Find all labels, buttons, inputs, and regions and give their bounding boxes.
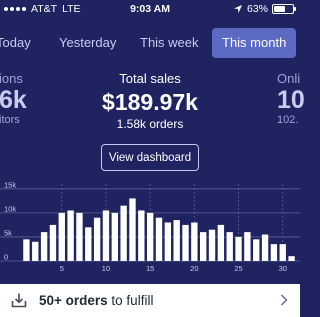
x-tick-label: 20 (190, 264, 198, 273)
total-sales-value: $189.97k (102, 89, 198, 115)
chevron-right-icon (280, 294, 288, 306)
sales-bar-chart: 15k 10k 5k 0 5 10 15 20 25 30 (0, 180, 300, 273)
chart-bar[interactable] (23, 239, 30, 261)
stat-right-label: Onli (277, 71, 301, 86)
status-bar: AT&T LTE 9:03 AM 63% (0, 0, 300, 18)
chart-bar[interactable] (120, 205, 127, 261)
chart-bar[interactable] (173, 220, 180, 261)
stat-right-value: 10 (277, 86, 305, 114)
chart-bar[interactable] (67, 210, 74, 261)
chart-bar[interactable] (191, 222, 198, 262)
chart-bar[interactable] (111, 212, 118, 261)
chart-bar[interactable] (85, 227, 92, 261)
chart-bar[interactable] (288, 256, 295, 261)
chart-bar[interactable] (76, 212, 83, 261)
x-tick-label: 30 (279, 264, 287, 273)
chart-bar[interactable] (138, 210, 145, 261)
chart-bar[interactable] (226, 232, 233, 261)
date-range-tabs: Today Yesterday This week This month (0, 28, 300, 58)
y-tick-label: 0 (4, 253, 8, 262)
battery-percent: 63% (246, 3, 268, 15)
stat-total-sales: Total sales $189.97k 1.58k orders (0, 71, 300, 131)
x-tick-label: 25 (234, 264, 242, 273)
orders-count: 1.58k orders (116, 117, 184, 131)
battery-fill (274, 6, 286, 12)
chart-bar[interactable] (146, 212, 154, 261)
stat-online-partial[interactable]: Onli 10 102. (277, 71, 305, 126)
chart-bar[interactable] (93, 217, 101, 261)
x-tick-label: 5 (60, 264, 64, 273)
chart-bar[interactable] (253, 239, 260, 261)
x-tick-label: 10 (102, 264, 110, 273)
chart-bar[interactable] (129, 198, 136, 261)
y-tick-label: 5k (4, 228, 12, 237)
chart-bar[interactable] (58, 212, 65, 261)
battery-icon (272, 4, 296, 14)
chart-bar[interactable] (182, 224, 189, 261)
stat-right-sub: 102. (277, 114, 299, 126)
chart-bar[interactable] (40, 232, 48, 261)
x-tick-label: 15 (146, 264, 154, 273)
y-tick-label: 10k (4, 204, 16, 213)
chart-bar[interactable] (155, 217, 163, 261)
chart-bar[interactable] (32, 241, 39, 261)
chart-bar[interactable] (244, 232, 251, 261)
chart-bar[interactable] (164, 222, 172, 262)
fulfill-orders-suffix: to fulfill (107, 293, 154, 308)
tab-this-week[interactable]: This week (140, 28, 199, 58)
chart-bar[interactable] (217, 224, 225, 261)
chart-bar[interactable] (235, 236, 242, 261)
inbox-download-icon (11, 293, 27, 308)
chart-bar[interactable] (270, 244, 278, 261)
chart-bar[interactable] (208, 229, 216, 261)
location-arrow-icon (233, 5, 242, 13)
fulfill-orders-bar[interactable]: 50+ orders to fulfill (0, 284, 300, 317)
chart-bar[interactable] (279, 244, 286, 261)
tab-this-month[interactable]: This month (212, 28, 297, 58)
tab-yesterday[interactable]: Yesterday (59, 28, 116, 58)
chart-bar[interactable] (49, 224, 57, 261)
fulfill-orders-count: 50+ orders (39, 293, 108, 308)
fulfill-orders-text: 50+ orders to fulfill (39, 293, 153, 308)
chart-bar[interactable] (200, 232, 207, 261)
chart-bar[interactable] (261, 234, 269, 261)
y-tick-label: 15k (4, 180, 16, 189)
view-dashboard-button[interactable]: View dashboard (101, 144, 199, 171)
chart-bar[interactable] (102, 210, 110, 261)
total-sales-label: Total sales (119, 71, 181, 86)
status-right: 63% (233, 3, 296, 15)
tab-today[interactable]: Today (0, 28, 31, 58)
